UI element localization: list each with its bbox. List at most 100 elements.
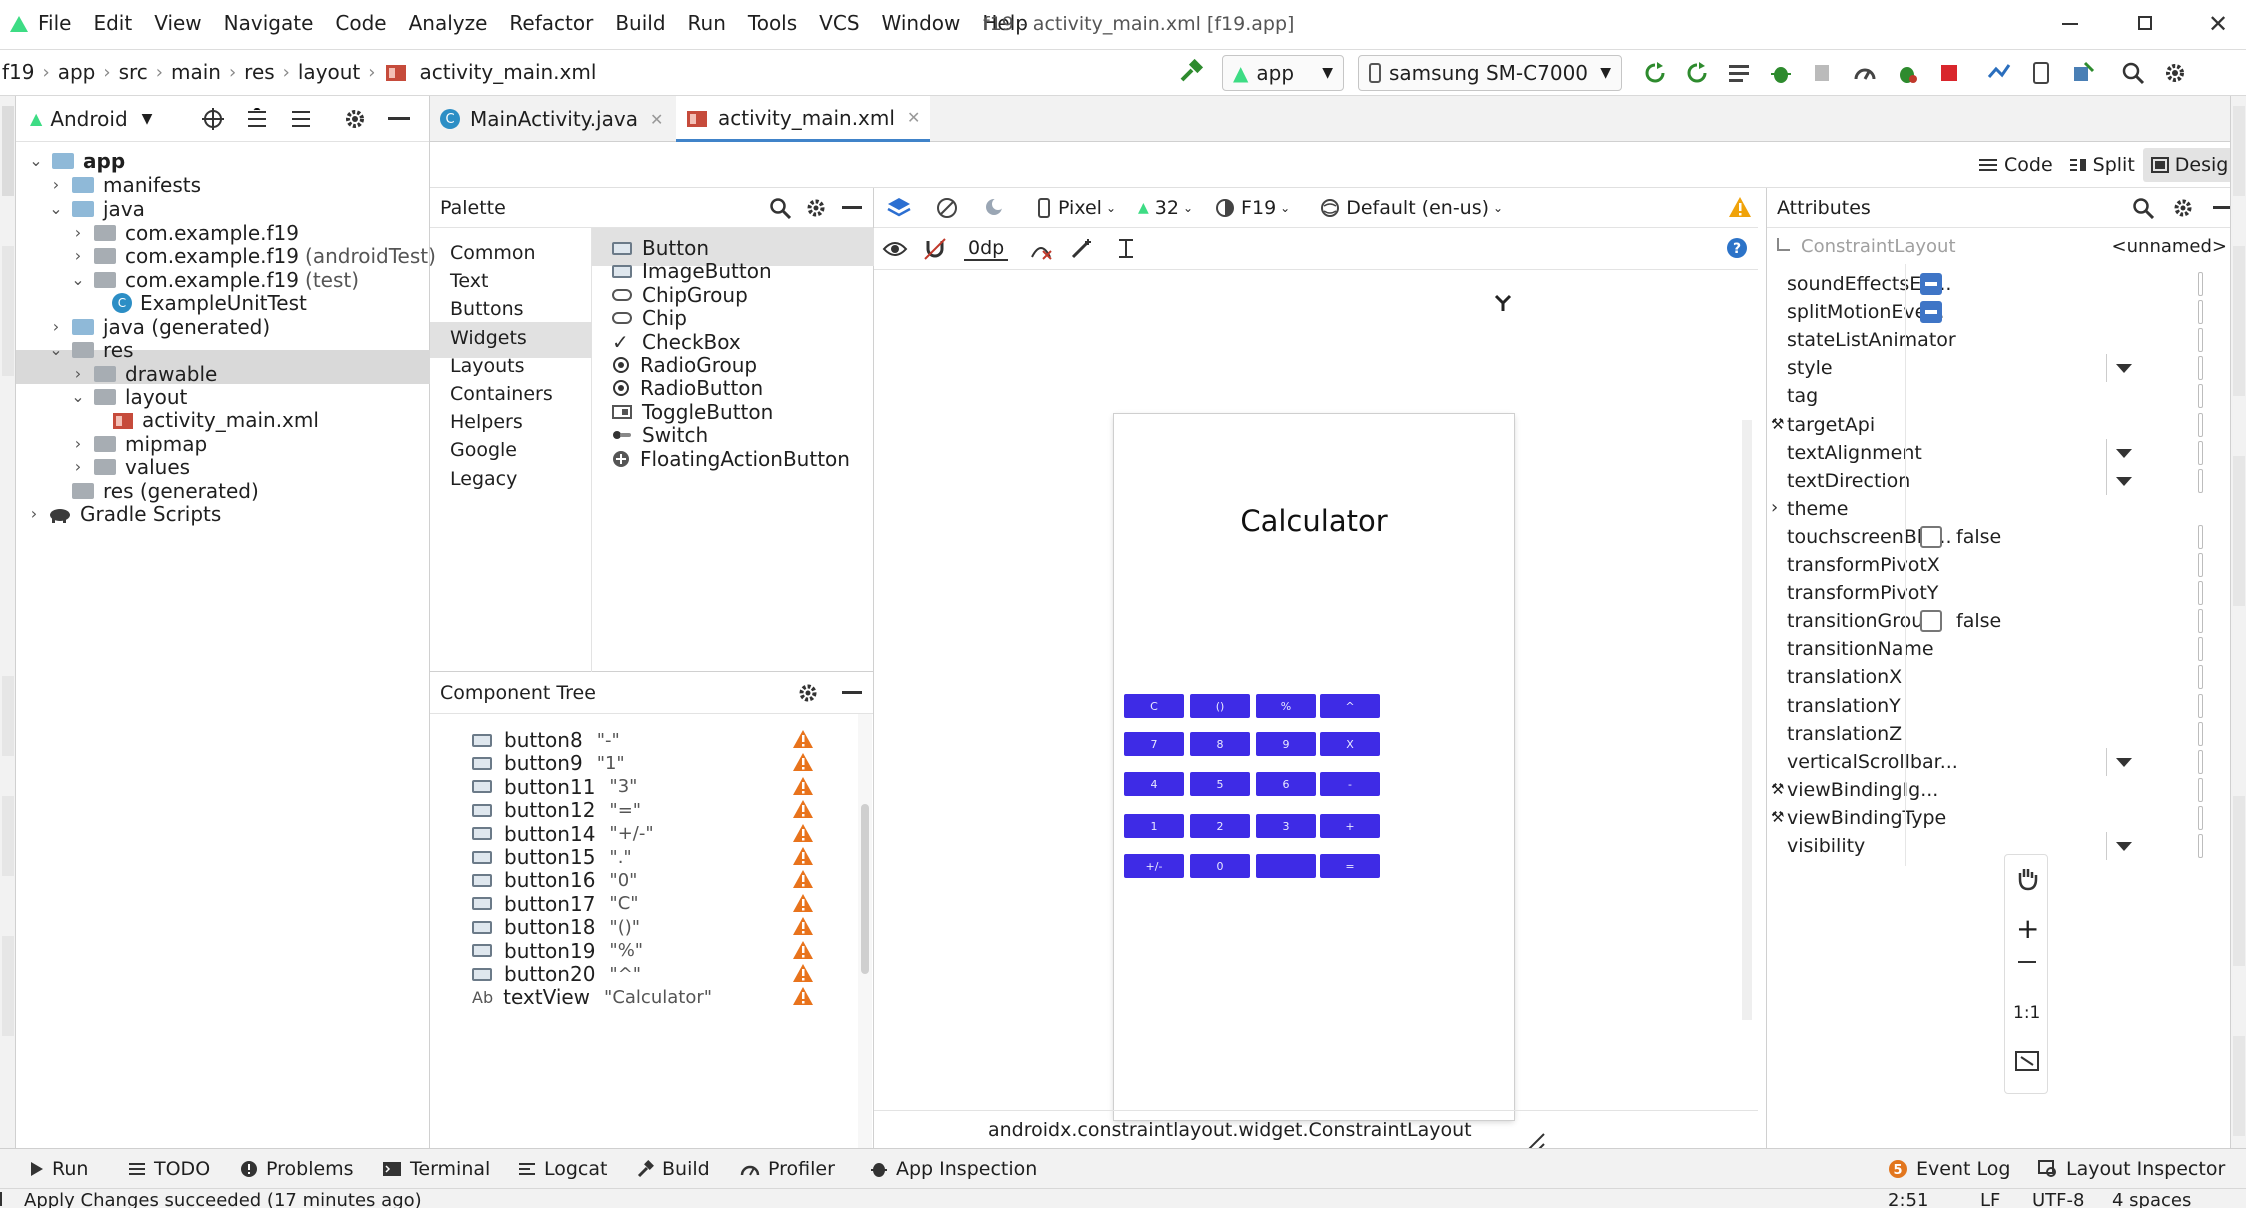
menu-run[interactable]: Run	[688, 11, 726, 35]
warning-icon[interactable]	[792, 963, 814, 983]
menu-code[interactable]: Code	[335, 11, 386, 35]
palette-category-common[interactable]: Common	[450, 242, 536, 264]
chevron-down-icon[interactable]	[2116, 757, 2132, 767]
avd-manager-icon[interactable]	[2026, 58, 2056, 88]
calc-button[interactable]: X	[1320, 732, 1380, 756]
stop-icon[interactable]	[1934, 58, 1964, 88]
run-config-select[interactable]: ▲ app ▼	[1222, 55, 1344, 91]
palette-item-imagebutton[interactable]: ImageButton	[612, 259, 772, 283]
restore-icon[interactable]	[2138, 16, 2152, 30]
chevron-down-icon[interactable]: ⌄	[46, 199, 66, 218]
component-tree-row[interactable]: button19 "%"	[472, 939, 643, 963]
minimize-icon[interactable]	[2062, 23, 2078, 25]
breadcrumb-project[interactable]: f19	[2, 60, 35, 84]
caret-position[interactable]: 2:51	[1888, 1190, 1928, 1208]
chevron-right-icon[interactable]: ›	[24, 504, 44, 523]
palette-item-button[interactable]: Button	[612, 236, 709, 260]
hide-panel-icon[interactable]	[837, 678, 867, 708]
code-mode-button[interactable]: Code	[1970, 148, 2061, 182]
chevron-down-icon[interactable]	[2116, 842, 2132, 851]
default-margin-field[interactable]: 0dp	[964, 237, 1009, 261]
palette-item-switch[interactable]: Switch	[612, 423, 708, 447]
tab-mainactivity[interactable]: C MainActivity.java ✕	[440, 96, 663, 142]
split-mode-button[interactable]: Split	[2061, 148, 2143, 182]
component-tree-row[interactable]: button8 "-"	[472, 728, 620, 752]
component-tree-row[interactable]: button16 "0"	[472, 868, 637, 892]
infer-constraints-wand-icon[interactable]	[1066, 234, 1096, 264]
chevron-down-icon[interactable]: ▼	[142, 111, 153, 127]
design-canvas[interactable]: Calculator C()% ^ 7 8 9 X 4 5 6-1 2 3 + +/- 0 = + 1:1	[874, 270, 2048, 1161]
chevron-down-icon[interactable]: ⌄	[26, 151, 46, 170]
attach-bug-icon[interactable]	[1892, 58, 1922, 88]
palette-item-togglebutton[interactable]: ToggleButton	[612, 400, 773, 424]
attach-debugger-icon[interactable]	[1808, 58, 1838, 88]
list-icon[interactable]	[1724, 58, 1754, 88]
calc-button[interactable]: %	[1256, 694, 1316, 718]
menu-window[interactable]: Window	[882, 11, 961, 35]
palette-category-containers[interactable]: Containers	[450, 383, 553, 405]
calc-button[interactable]: +/-	[1124, 854, 1184, 878]
palette-item-floatingactionbutton[interactable]: FloatingActionButton	[612, 447, 850, 471]
calc-button[interactable]: 6	[1256, 772, 1316, 796]
hide-panel-icon[interactable]	[837, 193, 867, 223]
component-tree-scrollbar[interactable]	[858, 714, 872, 1148]
project-view-select[interactable]: Android	[50, 107, 127, 131]
close-tab-icon[interactable]: ✕	[907, 108, 920, 127]
line-separator[interactable]: LF	[1980, 1190, 2000, 1208]
layout-validation-tool-button[interactable]	[2233, 246, 2245, 396]
palette-category-google[interactable]: Google	[450, 439, 517, 461]
palette-item-chip[interactable]: Chip	[612, 306, 687, 330]
canvas-scrollbar[interactable]	[1742, 420, 1752, 1020]
profiler-gauge-icon[interactable]	[1850, 58, 1880, 88]
palette-category-layouts[interactable]: Layouts	[450, 355, 525, 377]
menu-analyze[interactable]: Analyze	[409, 11, 488, 35]
view-options-eye-icon[interactable]	[880, 234, 910, 264]
calc-button[interactable]: 9	[1256, 732, 1316, 756]
palette-settings-gear-icon[interactable]	[801, 193, 831, 223]
warning-icon[interactable]	[792, 799, 814, 819]
expand-all-icon[interactable]	[242, 104, 272, 134]
build-variants-tool-button[interactable]	[2, 936, 14, 1036]
component-tree-row[interactable]: Ab textView "Calculator"	[472, 985, 712, 1009]
warning-icon[interactable]	[792, 752, 814, 772]
component-tree-row[interactable]: button11 "3"	[472, 775, 637, 799]
device-select[interactable]: samsung SM-C7000 ▼	[1358, 55, 1622, 91]
chevron-down-icon[interactable]: ⌄	[46, 340, 66, 359]
breadcrumb-app[interactable]: app	[58, 60, 96, 84]
palette-item-radiogroup[interactable]: RadioGroup	[612, 353, 757, 377]
palette-category-legacy[interactable]: Legacy	[450, 468, 517, 490]
component-tree-settings-gear-icon[interactable]	[793, 678, 823, 708]
chevron-down-icon[interactable]	[2116, 476, 2132, 486]
search-icon[interactable]	[2118, 58, 2148, 88]
palette-category-widgets[interactable]: Widgets	[450, 327, 527, 349]
panel-settings-gear-icon[interactable]	[340, 104, 370, 134]
build-tool-button[interactable]: Build	[636, 1149, 710, 1189]
select-opened-file-icon[interactable]	[198, 104, 228, 134]
warning-icon[interactable]	[792, 986, 814, 1006]
calc-button[interactable]: =	[1320, 854, 1380, 878]
warning-icon[interactable]	[792, 893, 814, 913]
phone-preview[interactable]: Calculator C()% ^ 7 8 9 X 4 5 6- 1 2 3 + +/- 0 =	[1114, 414, 1514, 1120]
chevron-down-icon[interactable]	[2116, 448, 2132, 458]
profiler-tool-button[interactable]: Profiler	[740, 1149, 835, 1189]
settings-gear-icon[interactable]	[2160, 58, 2190, 88]
warning-icon[interactable]	[792, 940, 814, 960]
guidelines-icon[interactable]	[1112, 234, 1142, 264]
collapse-all-icon[interactable]	[286, 104, 316, 134]
attributes-settings-gear-icon[interactable]	[2168, 193, 2198, 223]
emulator-tool-button[interactable]	[2233, 1036, 2245, 1136]
layout-warning-icon[interactable]	[1728, 196, 1752, 218]
calc-button[interactable]: 0	[1190, 854, 1250, 878]
layout-inspector-tool-button[interactable]: Layout Inspector	[2038, 1149, 2225, 1189]
run-tool-button[interactable]: Run	[30, 1149, 88, 1189]
close-tab-icon[interactable]: ✕	[650, 110, 663, 129]
clear-constraints-icon[interactable]	[1026, 234, 1056, 264]
tree-item[interactable]: › Gradle Scripts	[24, 497, 222, 530]
app-inspection-tool-button[interactable]: App Inspection	[870, 1149, 1037, 1189]
orientation-rotate-icon[interactable]	[932, 193, 962, 223]
menu-refactor[interactable]: Refactor	[509, 11, 593, 35]
warning-icon[interactable]	[792, 869, 814, 889]
chevron-down-icon[interactable]: ⌄	[68, 387, 88, 406]
menu-view[interactable]: View	[154, 11, 201, 35]
component-tree-row[interactable]: button14 "+/-"	[472, 822, 654, 846]
